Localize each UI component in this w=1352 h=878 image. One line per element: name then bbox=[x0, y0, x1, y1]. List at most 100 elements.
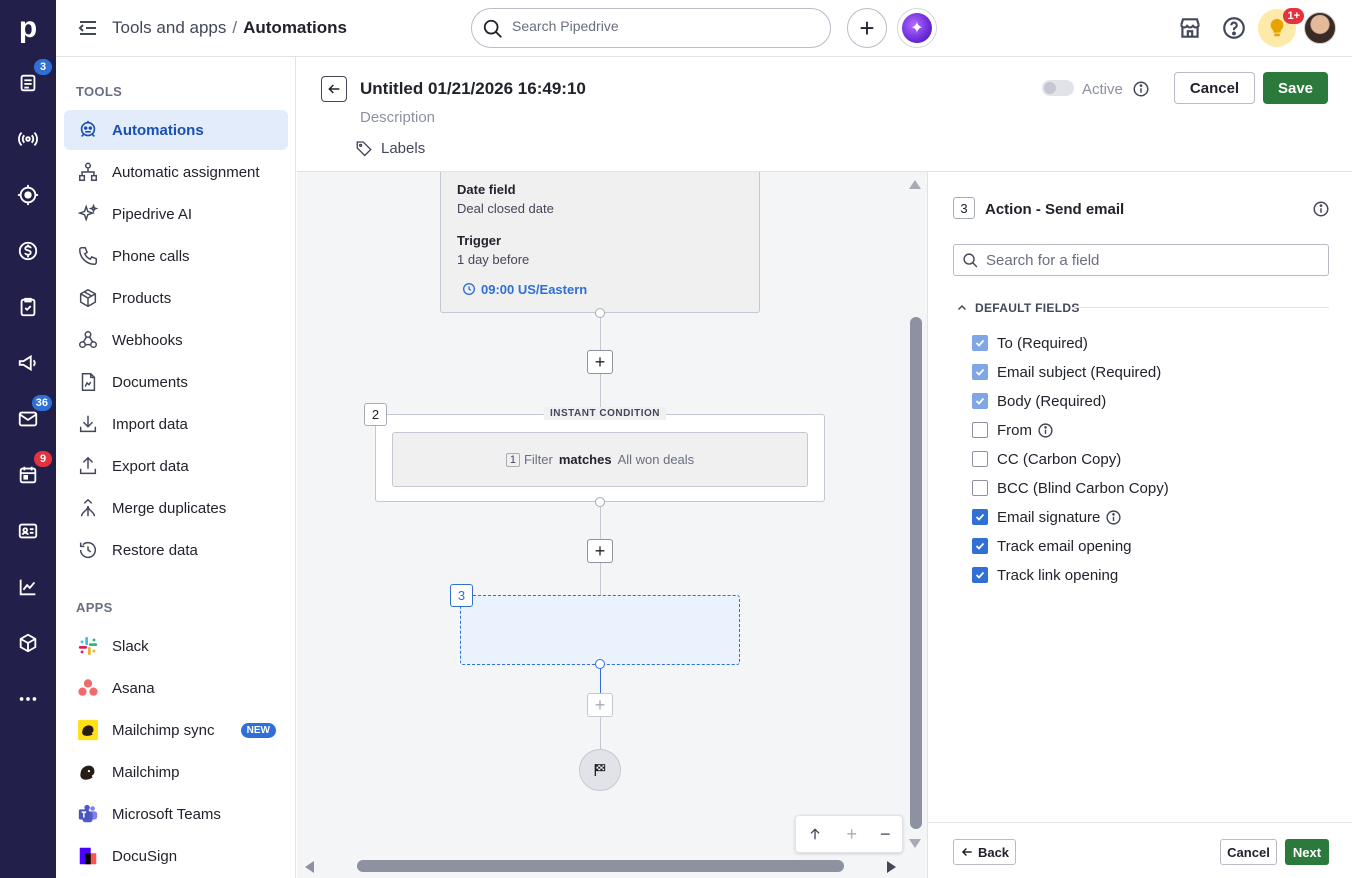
field-search[interactable] bbox=[953, 244, 1329, 276]
check-icon bbox=[975, 368, 985, 376]
zoom-in-icon[interactable]: + bbox=[846, 824, 857, 845]
target-icon bbox=[17, 184, 39, 206]
leads-inbox-icon bbox=[20, 74, 36, 92]
marketplace-icon[interactable] bbox=[1177, 15, 1203, 41]
ai-assistant-button[interactable]: ✦ bbox=[897, 8, 937, 48]
rail-contacts[interactable] bbox=[12, 515, 44, 547]
rail-campaigns-live[interactable] bbox=[12, 123, 44, 155]
labels-button[interactable]: Labels bbox=[355, 139, 425, 157]
field-row-email-signature[interactable]: Email signature bbox=[972, 507, 1122, 527]
back-button[interactable] bbox=[321, 76, 347, 102]
sidebar-item-phone-calls[interactable]: Phone calls bbox=[64, 236, 288, 276]
checkbox[interactable] bbox=[972, 567, 988, 583]
mail-icon bbox=[18, 411, 38, 427]
info-icon[interactable] bbox=[1105, 509, 1122, 526]
field-label: Email signature bbox=[997, 508, 1101, 526]
add-step-button[interactable]: + bbox=[587, 693, 613, 717]
scroll-down-arrow-icon[interactable] bbox=[908, 838, 922, 850]
checkbox[interactable] bbox=[972, 538, 988, 554]
quick-add-button[interactable]: + bbox=[847, 8, 887, 48]
ai-sparkle-icon: ✦ bbox=[902, 13, 932, 43]
scroll-up-arrow-icon[interactable] bbox=[908, 178, 922, 190]
checkbox[interactable] bbox=[972, 422, 988, 438]
checkbox[interactable] bbox=[972, 480, 988, 496]
flow-canvas[interactable]: Date field Deal closed date Trigger 1 da… bbox=[297, 172, 927, 878]
tools-sidebar: TOOLS Automations Automatic assignment P… bbox=[56, 57, 296, 878]
scroll-right-arrow-icon[interactable] bbox=[886, 860, 898, 874]
field-row-cc[interactable]: CC (Carbon Copy) bbox=[972, 449, 1121, 469]
rail-more[interactable] bbox=[12, 683, 44, 715]
help-icon[interactable] bbox=[1221, 15, 1247, 41]
sidebar-item-merge-duplicates[interactable]: Merge duplicates bbox=[64, 488, 288, 528]
sidebar-item-import-data[interactable]: Import data bbox=[64, 404, 288, 444]
field-row-from[interactable]: From bbox=[972, 420, 1054, 440]
sidebar-item-microsoft-teams[interactable]: Microsoft Teams bbox=[64, 794, 288, 834]
active-toggle[interactable] bbox=[1042, 80, 1074, 96]
zoom-out-icon[interactable]: − bbox=[880, 824, 891, 845]
cancel-button[interactable]: Cancel bbox=[1220, 839, 1277, 865]
rail-activities[interactable] bbox=[12, 291, 44, 323]
rail-deals[interactable] bbox=[12, 179, 44, 211]
sidebar-item-automatic-assignment[interactable]: Automatic assignment bbox=[64, 152, 288, 192]
sidebar-item-slack[interactable]: Slack bbox=[64, 626, 288, 666]
default-fields-toggle[interactable]: DEFAULT FIELDS bbox=[956, 301, 1080, 315]
tools-heading: TOOLS bbox=[76, 84, 123, 99]
connector-dot bbox=[595, 659, 605, 669]
checkbox[interactable] bbox=[972, 451, 988, 467]
rail-campaigns[interactable] bbox=[12, 347, 44, 379]
rail-insights[interactable] bbox=[12, 571, 44, 603]
breadcrumb-parent[interactable]: Tools and apps bbox=[112, 18, 226, 37]
pipedrive-logo[interactable]: p bbox=[14, 10, 42, 46]
field-row-track-link-opening[interactable]: Track link opening bbox=[972, 565, 1118, 585]
rail-leads[interactable]: 3 bbox=[12, 59, 52, 99]
sidebar-item-docusign[interactable]: DocuSign bbox=[64, 836, 288, 876]
horizontal-scrollbar[interactable] bbox=[357, 860, 844, 872]
breadcrumb-separator: / bbox=[232, 18, 238, 37]
field-label: Body (Required) bbox=[997, 392, 1107, 410]
field-search-input[interactable] bbox=[986, 252, 1316, 269]
rail-calendar[interactable]: 9 bbox=[12, 451, 52, 491]
condition-node[interactable]: INSTANT CONDITION 1 Filter matches All w… bbox=[375, 407, 825, 502]
add-step-button[interactable]: + bbox=[587, 350, 613, 374]
sidebar-item-products[interactable]: Products bbox=[64, 278, 288, 318]
sidebar-item-webhooks[interactable]: Webhooks bbox=[64, 320, 288, 360]
sidebar-item-asana[interactable]: Asana bbox=[64, 668, 288, 708]
sidebar-item-automations[interactable]: Automations bbox=[64, 110, 288, 150]
menu-collapse-icon[interactable] bbox=[76, 16, 100, 40]
info-icon[interactable] bbox=[1132, 80, 1150, 98]
field-row-bcc[interactable]: BCC (Blind Carbon Copy) bbox=[972, 478, 1169, 498]
back-button[interactable]: Back bbox=[953, 839, 1016, 865]
fit-up-arrow-icon[interactable] bbox=[807, 826, 823, 842]
field-row-track-email-opening[interactable]: Track email opening bbox=[972, 536, 1132, 556]
global-search[interactable] bbox=[471, 8, 831, 48]
sidebar-item-pipedrive-ai[interactable]: Pipedrive AI bbox=[64, 194, 288, 234]
automation-description[interactable]: Description bbox=[360, 109, 435, 126]
info-icon[interactable] bbox=[1312, 200, 1330, 218]
cancel-button[interactable]: Cancel bbox=[1174, 72, 1255, 104]
rail-products[interactable] bbox=[12, 627, 44, 659]
section-label: DEFAULT FIELDS bbox=[975, 301, 1080, 315]
sidebar-item-restore-data[interactable]: Restore data bbox=[64, 530, 288, 570]
action-node-placeholder[interactable] bbox=[460, 595, 740, 665]
add-step-button[interactable]: + bbox=[587, 539, 613, 563]
rail-mail[interactable]: 36 bbox=[12, 395, 52, 435]
trigger-node[interactable]: Date field Deal closed date Trigger 1 da… bbox=[440, 172, 760, 313]
rail-sales[interactable] bbox=[12, 235, 44, 267]
scroll-left-arrow-icon[interactable] bbox=[303, 860, 315, 874]
vertical-scrollbar[interactable] bbox=[910, 317, 922, 829]
user-avatar[interactable] bbox=[1304, 12, 1336, 44]
info-icon[interactable] bbox=[1037, 422, 1054, 439]
save-button[interactable]: Save bbox=[1263, 72, 1328, 104]
panel-step-number: 3 bbox=[953, 197, 975, 219]
sidebar-item-export-data[interactable]: Export data bbox=[64, 446, 288, 486]
sidebar-item-documents[interactable]: Documents bbox=[64, 362, 288, 402]
automation-title[interactable]: Untitled 01/21/2026 16:49:10 bbox=[360, 79, 586, 99]
tips-button[interactable]: 1+ bbox=[1258, 8, 1304, 47]
checkbox[interactable] bbox=[972, 509, 988, 525]
plus-icon: + bbox=[594, 351, 606, 372]
sidebar-item-mailchimp[interactable]: Mailchimp bbox=[64, 752, 288, 792]
next-button[interactable]: Next bbox=[1285, 839, 1329, 865]
condition-filter[interactable]: 1 Filter matches All won deals bbox=[392, 432, 808, 487]
global-search-input[interactable] bbox=[512, 18, 812, 34]
sidebar-item-mailchimp-sync[interactable]: Mailchimp sync NEW bbox=[64, 710, 288, 750]
